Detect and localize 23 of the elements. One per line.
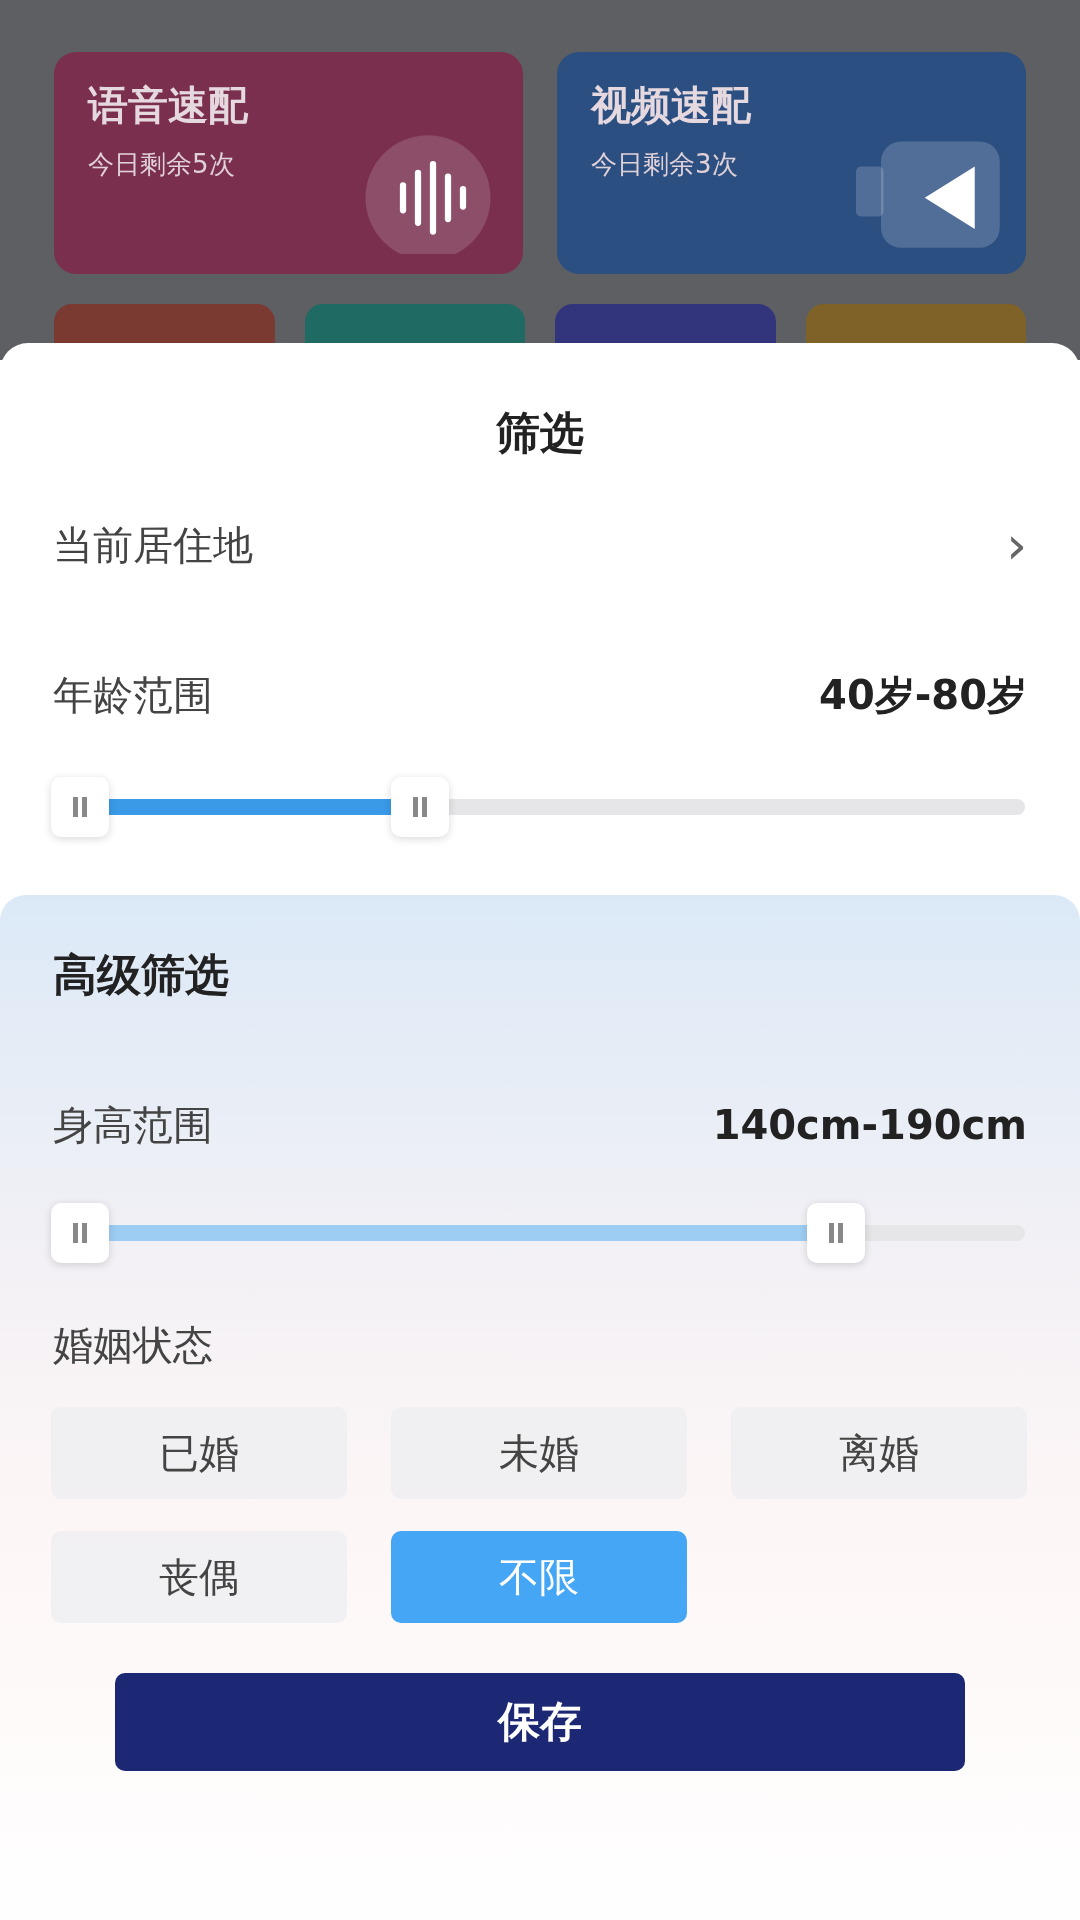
card-subtitle: 今日剩余5次 — [88, 148, 236, 181]
card-subtitle: 今日剩余3次 — [591, 148, 739, 181]
age-label: 年龄范围 — [53, 670, 213, 720]
slider-thumb[interactable] — [51, 1203, 109, 1263]
feature-card[interactable]: 语音速配 今日剩余5次 — [54, 52, 523, 274]
option-chip[interactable]: 已婚 — [51, 1407, 347, 1499]
slider-thumb[interactable] — [807, 1203, 865, 1263]
feature-card[interactable]: 视频速配 今日剩余3次 — [557, 52, 1026, 274]
slider-thumb[interactable] — [391, 777, 450, 837]
slider-thumb[interactable] — [51, 777, 109, 837]
card-title: 视频速配 — [591, 81, 752, 130]
option-chip[interactable]: 丧偶 — [51, 1531, 347, 1623]
height-label: 身高范围 — [53, 1100, 213, 1150]
marital-label: 婚姻状态 — [52, 1321, 214, 1370]
save-button[interactable]: 保存 — [115, 1673, 965, 1771]
card-title: 语音速配 — [88, 81, 249, 130]
location-row[interactable]: 当前居住地 › — [0, 515, 1080, 575]
section-title: 高级筛选 — [52, 948, 230, 1002]
sheet-title: 筛选 — [495, 406, 585, 460]
option-chip[interactable]: 离婚 — [731, 1407, 1027, 1499]
option-chip[interactable]: 未婚 — [391, 1407, 687, 1499]
age-value: 40岁-80岁 — [819, 670, 1027, 720]
height-value: 140cm-190cm — [712, 1102, 1027, 1148]
